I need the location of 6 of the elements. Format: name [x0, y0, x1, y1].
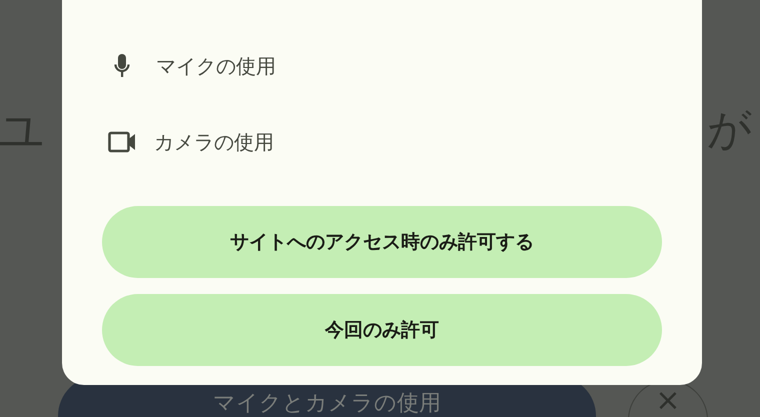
permission-label: カメラの使用 [154, 128, 274, 156]
allow-button[interactable]: サイトへのアクセス時のみ許可する [102, 206, 662, 278]
allow-button[interactable]: 今回のみ許可 [102, 294, 662, 366]
video-camera-icon [108, 131, 136, 153]
microphone-icon [114, 53, 130, 79]
permission-label: マイクの使用 [156, 52, 276, 80]
